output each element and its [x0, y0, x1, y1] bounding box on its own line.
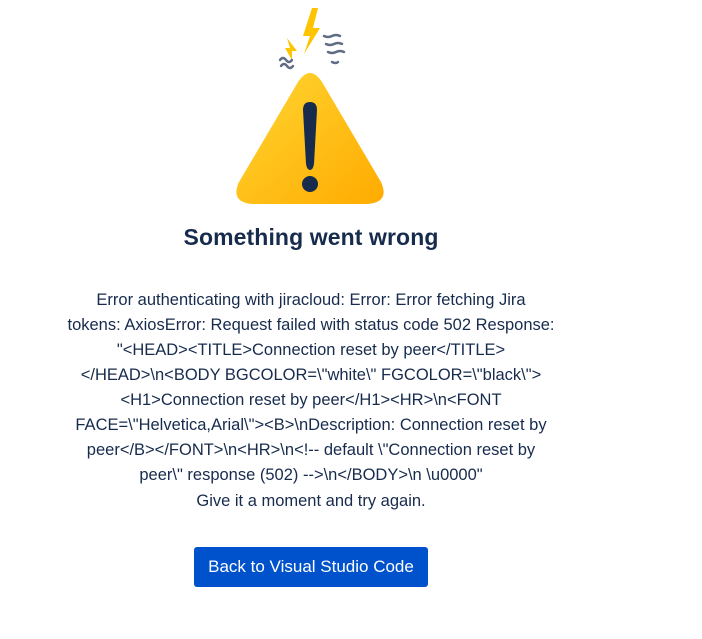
retry-hint: Give it a moment and try again. — [196, 492, 426, 510]
warning-triangle-icon — [236, 8, 384, 204]
error-page: Something went wrong Error authenticatin… — [0, 0, 702, 639]
exclamation-dot — [302, 176, 318, 192]
error-message: Error authenticating with jiracloud: Err… — [67, 291, 555, 484]
squiggle-right-icon — [322, 33, 346, 65]
page-title: Something went wrong — [183, 224, 439, 250]
squiggle-left-icon — [278, 56, 295, 70]
back-to-vscode-button[interactable]: Back to Visual Studio Code — [194, 547, 428, 587]
lightning-bolt-small-icon — [285, 38, 297, 60]
lightning-bolt-icon — [303, 8, 320, 54]
